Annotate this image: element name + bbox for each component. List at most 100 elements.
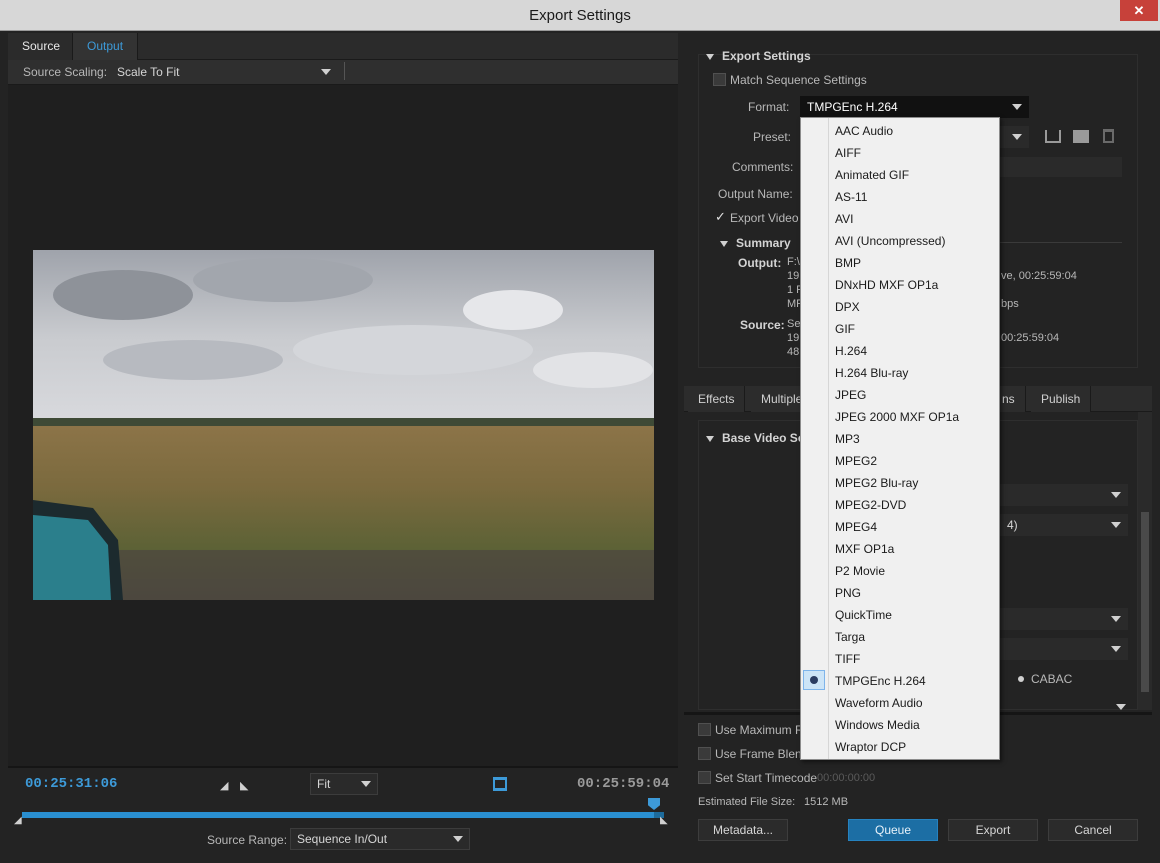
check-icon[interactable]: ✓ — [715, 209, 726, 225]
mark-in-icon[interactable]: ◢ — [220, 779, 228, 792]
timeline-progress — [22, 812, 655, 818]
format-option[interactable]: MPEG2 Blu-ray — [835, 472, 918, 494]
source-range-dropdown[interactable]: Sequence In/Out — [290, 828, 470, 850]
export-button[interactable]: Export — [948, 819, 1038, 841]
source-scaling-label: Source Scaling: — [23, 65, 108, 79]
delete-preset-icon[interactable] — [1103, 129, 1114, 143]
use-frame-blend-checkbox[interactable] — [698, 747, 711, 760]
source-range-label: Source Range: — [207, 833, 288, 847]
video-dropdown-4[interactable] — [1000, 638, 1128, 660]
close-button[interactable]: ✕ — [1120, 0, 1158, 21]
tab-source[interactable]: Source — [8, 33, 75, 60]
import-preset-icon[interactable] — [1073, 130, 1089, 143]
match-sequence-checkbox[interactable] — [713, 73, 726, 86]
format-option[interactable]: PNG — [835, 582, 861, 604]
format-option[interactable]: DPX — [835, 296, 860, 318]
base-video-settings-header[interactable]: Base Video Se — [706, 431, 805, 445]
aspect-ratio-icon[interactable] — [493, 777, 507, 791]
summary-output-label: Output: — [738, 256, 782, 270]
chevron-down-icon — [1111, 646, 1121, 652]
range-start-handle-icon[interactable]: ◢ — [14, 815, 22, 826]
chevron-down-icon — [1111, 522, 1121, 528]
format-option[interactable]: JPEG — [835, 384, 866, 406]
timecode-out[interactable]: 00:25:59:04 — [577, 776, 669, 792]
zoom-dropdown[interactable]: Fit — [310, 773, 378, 795]
format-option[interactable]: Wraptor DCP — [835, 736, 906, 758]
format-option[interactable]: AVI (Uncompressed) — [835, 230, 945, 252]
format-option[interactable]: P2 Movie — [835, 560, 885, 582]
format-option[interactable]: QuickTime — [835, 604, 892, 626]
format-option[interactable]: TIFF — [835, 648, 860, 670]
format-label: Format: — [748, 100, 790, 114]
preset-label: Preset: — [753, 130, 792, 144]
format-option[interactable]: BMP — [835, 252, 861, 274]
window-title: Export Settings — [529, 7, 631, 24]
chevron-down-icon — [1012, 104, 1022, 110]
format-option[interactable]: MPEG4 — [835, 516, 877, 538]
source-scaling-bar: Source Scaling: Scale To Fit — [8, 60, 678, 85]
format-option[interactable]: Animated GIF — [835, 164, 909, 186]
queue-button[interactable]: Queue — [848, 819, 938, 841]
save-preset-icon[interactable] — [1045, 130, 1061, 143]
summary-source-tail: 00:25:59:04 — [1001, 332, 1060, 344]
summary-source-line-2: 19 — [787, 332, 800, 344]
format-dropdown[interactable]: TMPGEnc H.264 — [800, 96, 1029, 118]
format-option[interactable]: Waveform Audio — [835, 692, 923, 714]
format-option[interactable]: TMPGEnc H.264 — [835, 670, 926, 692]
metadata-button[interactable]: Metadata... — [698, 819, 788, 841]
scrollbar-thumb[interactable] — [1141, 512, 1149, 692]
format-option[interactable]: AAC Audio — [835, 120, 893, 142]
format-option[interactable]: MPEG2-DVD — [835, 494, 906, 516]
source-range-value: Sequence In/Out — [297, 832, 388, 846]
format-option[interactable]: DNxHD MXF OP1a — [835, 274, 938, 296]
video-preview — [33, 250, 654, 600]
video-dropdown-2[interactable]: 4) — [1000, 514, 1128, 536]
cancel-button[interactable]: Cancel — [1048, 819, 1138, 841]
use-max-render-checkbox[interactable] — [698, 723, 711, 736]
tab-publish[interactable]: Publish — [1031, 386, 1092, 412]
summary-output-line-2: 19 — [787, 270, 800, 282]
title-bar: Export Settings ✕ — [0, 0, 1160, 31]
source-scaling-dropdown[interactable]: Scale To Fit — [110, 61, 338, 83]
format-option[interactable]: JPEG 2000 MXF OP1a — [835, 406, 959, 428]
export-settings-title: Export Settings — [722, 49, 811, 63]
format-option[interactable]: MP3 — [835, 428, 860, 450]
range-end-handle-icon[interactable]: ◣ — [660, 815, 668, 826]
mark-out-icon[interactable]: ◣ — [240, 779, 248, 792]
zoom-value: Fit — [317, 777, 331, 791]
format-option[interactable]: GIF — [835, 318, 855, 340]
format-option[interactable]: MPEG2 — [835, 450, 877, 472]
video-dropdown-3[interactable] — [1000, 608, 1128, 630]
start-timecode-value[interactable]: 00:00:00:00 — [817, 772, 875, 784]
format-option[interactable]: Targa — [835, 626, 865, 648]
summary-source-label: Source: — [740, 318, 785, 332]
cabac-radio-icon[interactable] — [1018, 676, 1024, 682]
video-dropdown-2-value: 4) — [1007, 518, 1018, 532]
format-option[interactable]: AVI — [835, 208, 853, 230]
chevron-down-icon — [361, 781, 371, 787]
comments-input[interactable] — [998, 157, 1122, 177]
format-option[interactable]: H.264 — [835, 340, 867, 362]
collapse-triangle-icon — [706, 435, 714, 442]
summary-source-line-1: Se — [787, 318, 801, 330]
summary-title: Summary — [736, 236, 791, 250]
format-option[interactable]: AS-11 — [835, 186, 867, 208]
radio-dot-icon — [810, 676, 818, 684]
preview-tabs: Source Output — [8, 33, 678, 60]
format-option[interactable]: MXF OP1a — [835, 538, 894, 560]
scrollbar[interactable] — [1138, 412, 1152, 710]
chevron-down-icon — [1111, 616, 1121, 622]
summary-header[interactable]: Summary — [720, 236, 791, 250]
chevron-down-icon[interactable] — [1116, 704, 1126, 710]
set-start-timecode-checkbox[interactable] — [698, 771, 711, 784]
format-option[interactable]: AIFF — [835, 142, 861, 164]
export-settings-header[interactable]: Export Settings — [706, 49, 811, 63]
timecode-in[interactable]: 00:25:31:06 — [25, 776, 117, 792]
tab-effects[interactable]: Effects — [688, 386, 746, 412]
video-dropdown-1[interactable] — [1000, 484, 1128, 506]
summary-output-line-1: F:\ — [787, 256, 800, 268]
tab-output[interactable]: Output — [72, 33, 139, 60]
preset-dropdown[interactable] — [996, 126, 1029, 148]
format-option[interactable]: H.264 Blu-ray — [835, 362, 908, 384]
format-option[interactable]: Windows Media — [835, 714, 920, 736]
